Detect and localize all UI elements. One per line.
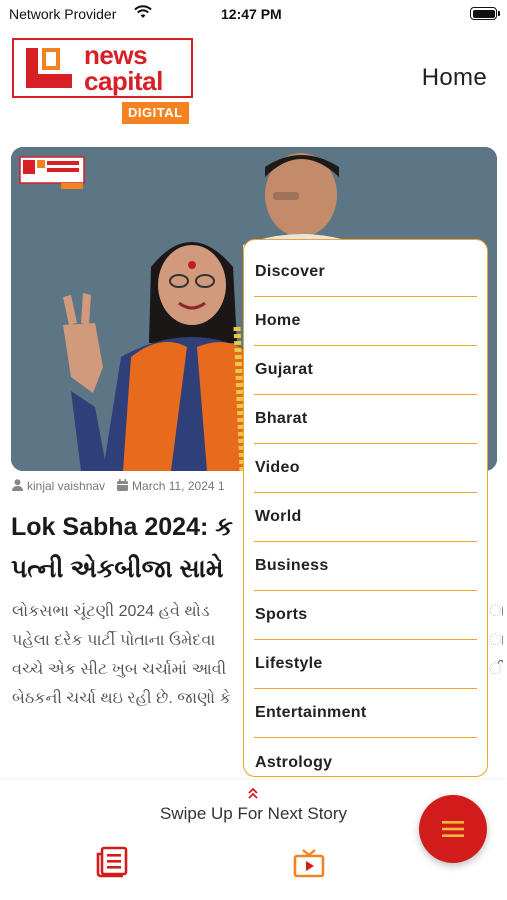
logo-text-news: news [84, 40, 148, 70]
article-meta: kinjal vaishnav March 11, 2024 1 [12, 477, 225, 495]
menu-item-astrology[interactable]: Astrology [254, 738, 477, 787]
carrier-label: Network Provider [9, 6, 117, 22]
wifi-icon [134, 5, 152, 24]
menu-item-lifestyle[interactable]: Lifestyle [254, 640, 477, 689]
news-capital-logo[interactable]: news capital DIGITAL [12, 38, 193, 125]
article-date: March 11, 2024 1 [132, 479, 225, 493]
summary-fragment: ી [489, 661, 503, 678]
user-icon [12, 478, 23, 494]
calendar-icon [117, 478, 129, 494]
app-header: news capital DIGITAL Home [0, 36, 507, 128]
menu-item-business[interactable]: Business [254, 542, 477, 591]
summary-fragment: ા [489, 603, 503, 620]
menu-item-home[interactable]: Home [254, 297, 477, 346]
news-feed-icon[interactable] [95, 846, 129, 878]
clock: 12:47 PM [221, 6, 282, 22]
tv-icon[interactable] [293, 848, 325, 878]
logo-tag-digital: DIGITAL [122, 102, 189, 124]
menu-item-video[interactable]: Video [254, 444, 477, 493]
menu-item-discover[interactable]: Discover [254, 248, 477, 297]
battery-icon [470, 7, 500, 20]
status-bar: Network Provider 12:47 PM [0, 0, 507, 28]
summary-fragment: ા [489, 632, 503, 649]
category-dropdown-menu: Discover Home Gujarat Bharat Video World… [243, 239, 488, 777]
menu-item-gujarat[interactable]: Gujarat [254, 346, 477, 395]
menu-item-entertainment[interactable]: Entertainment [254, 689, 477, 738]
double-chevron-up-icon [248, 787, 258, 799]
menu-fab-button[interactable] [419, 795, 487, 863]
menu-item-bharat[interactable]: Bharat [254, 395, 477, 444]
summary-right-fragment: ા ા ી [489, 597, 503, 684]
menu-item-world[interactable]: World [254, 493, 477, 542]
article-author: kinjal vaishnav [27, 479, 106, 493]
logo-mark-icon [20, 44, 78, 94]
menu-item-sports[interactable]: Sports [254, 591, 477, 640]
page-title: Home [421, 64, 487, 91]
logo-text-capital: capital [84, 66, 163, 96]
menu-icon [442, 821, 464, 837]
